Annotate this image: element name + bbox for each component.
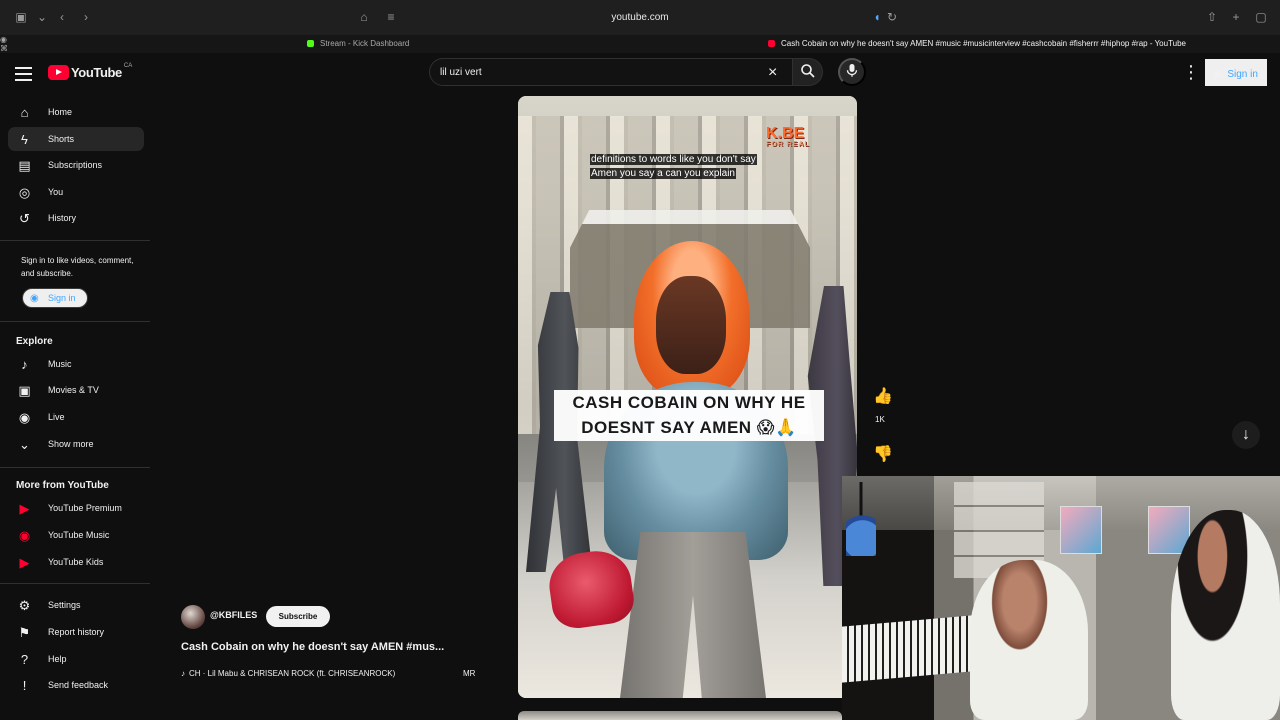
microphone-icon <box>846 64 858 77</box>
youtube-kids-icon: ▶ <box>19 555 30 570</box>
feedback-icon: ! <box>22 678 27 693</box>
sidebar-item-subscriptions[interactable]: ▤ Subscriptions <box>8 153 144 177</box>
guitar <box>846 482 876 556</box>
sidebar-item-history[interactable]: ↺ History <box>8 206 144 230</box>
streamer-woman <box>1171 510 1280 720</box>
search-button[interactable] <box>793 58 823 86</box>
like-icon[interactable]: 👍 <box>873 386 893 406</box>
youtube-music-icon: ◉ <box>18 528 31 543</box>
sidebar-item-youtube-music[interactable]: ◉ YouTube Music <box>8 523 144 547</box>
browser-toolbar: ▣ ⌄ ‹ › ⌂ ≡ youtube.com ◖ ↻ ⇧ + ▢ <box>0 0 1280 35</box>
chevron-down-icon: ⌄ <box>19 437 30 452</box>
streamer-man <box>970 560 1088 720</box>
subscribe-button[interactable]: Subscribe <box>266 606 330 627</box>
subscriptions-icon: ▤ <box>18 158 31 173</box>
flag-icon: ⚑ <box>18 625 31 640</box>
help-icon: ? <box>20 652 29 667</box>
sidebar-item-send-feedback[interactable]: ! Send feedback <box>8 673 144 697</box>
video-actions: 👍 1K 👎 <box>870 386 893 482</box>
shorts-icon: ϟ <box>21 132 28 147</box>
home-icon: ⌂ <box>20 105 29 120</box>
tab-kick-dashboard[interactable]: Stream - Kick Dashboard <box>307 35 409 53</box>
dislike-icon[interactable]: 👎 <box>873 444 893 464</box>
browser-tabs: ◉ Stream - Kick Dashboard Cash Cobain on… <box>0 35 1280 53</box>
short-metadata: @KBFILES Subscribe Cash Cobain on why he… <box>181 605 491 685</box>
sidebar-item-home[interactable]: ⌂ Home <box>8 100 144 124</box>
arrow-down-icon: ↓ <box>1242 426 1250 443</box>
sidebar-divider <box>0 321 150 322</box>
more-from-youtube-heading: More from YouTube <box>16 480 109 491</box>
sidebar-item-show-more[interactable]: ⌄ Show more <box>8 432 144 456</box>
movies-tv-icon: ▣ <box>18 383 31 398</box>
webcam-overlay <box>842 476 1280 720</box>
music-icon: ♪ <box>21 357 28 372</box>
youtube-premium-icon: ▶ <box>19 501 30 516</box>
sidebar-toggle-icon[interactable]: ▣ <box>13 9 29 25</box>
sidebar-divider <box>0 583 150 584</box>
gear-icon: ⚙ <box>18 598 31 613</box>
sidebar-item-music[interactable]: ♪ Music <box>8 352 144 376</box>
sidebar-item-live[interactable]: ◉ Live <box>8 405 144 429</box>
forward-icon[interactable]: › <box>78 9 94 25</box>
signin-prompt: Sign in to like videos, comment, and sub… <box>21 256 134 278</box>
header-signin-button[interactable]: ◉ Sign in <box>1205 59 1267 86</box>
menu-icon[interactable] <box>15 63 32 81</box>
search-icon <box>800 63 815 78</box>
sidebar-divider <box>0 240 150 241</box>
sidebar-item-movies-tv[interactable]: ▣ Movies & TV <box>8 378 144 402</box>
youtube-logo[interactable]: YouTube CA <box>48 63 132 81</box>
keyboard-instrument <box>842 615 972 683</box>
sidebar-signin-button[interactable]: Sign in <box>22 288 88 308</box>
avatar[interactable] <box>181 605 205 629</box>
tab-youtube-video[interactable]: Cash Cobain on why he doesn't say AMEN #… <box>768 35 1186 53</box>
next-video-button[interactable]: ↓ <box>1232 421 1260 449</box>
youtube-play-icon <box>48 64 69 80</box>
sidebar-item-youtube-kids[interactable]: ▶ YouTube Kids <box>8 550 144 574</box>
speaker-icon[interactable]: ◖ <box>869 9 885 25</box>
wall-poster <box>1060 506 1102 554</box>
live-icon: ◉ <box>18 410 31 425</box>
kick-icon <box>307 40 314 47</box>
next-short-preview[interactable] <box>518 711 842 720</box>
history-icon: ↺ <box>19 211 30 226</box>
video-caption: definitions to words like you don't say A… <box>590 154 757 179</box>
video-title[interactable]: Cash Cobain on why he doesn't say AMEN #… <box>181 641 491 653</box>
speaker-face <box>656 276 726 374</box>
back-icon[interactable]: ‹ <box>54 9 70 25</box>
sidebar-item-report-history[interactable]: ⚑ Report history <box>8 620 144 644</box>
search-box[interactable]: × <box>429 58 793 86</box>
sidebar-item-settings[interactable]: ⚙ Settings <box>8 593 144 617</box>
shorts-video-player[interactable]: K.BE FOR REAL definitions to words like y… <box>518 96 857 698</box>
music-attribution[interactable]: ♪ CH · Lil Mabu & CHRISEAN ROCK (ft. CHRI… <box>181 669 491 678</box>
address-bar[interactable]: youtube.com <box>380 8 900 27</box>
music-note-icon: ♪ <box>181 669 185 678</box>
youtube-header: YouTube CA × ⋮ ◉Sign in <box>0 53 1280 91</box>
reload-icon[interactable]: ↻ <box>884 9 900 25</box>
video-title-card: CASH COBAIN ON WHY HE DOESNT SAY AMEN 😱🙏 <box>554 390 824 441</box>
sidebar-item-you[interactable]: ◎ You <box>8 180 144 204</box>
search-input[interactable] <box>440 65 740 80</box>
you-icon: ◎ <box>18 185 31 200</box>
sidebar-item-help[interactable]: ? Help <box>8 647 144 671</box>
home-icon[interactable]: ⌂ <box>356 9 372 25</box>
sidebar: ⌂ Home ϟ Shorts ▤ Subscriptions ◎ You ↺ Histo… <box>0 91 150 720</box>
sidebar-item-shorts[interactable]: ϟ Shorts <box>8 127 144 151</box>
account-icon: ◉ <box>1211 66 1223 81</box>
channel-name[interactable]: @KBFILES <box>210 610 257 620</box>
like-count: 1K <box>875 415 885 424</box>
sidebar-item-youtube-premium[interactable]: ▶ YouTube Premium <box>8 496 144 520</box>
share-icon[interactable]: ⇧ <box>1204 9 1220 25</box>
voice-search-button[interactable] <box>838 58 866 86</box>
youtube-tab-icon <box>768 40 775 47</box>
tab-overview-icon[interactable]: ▢ <box>1253 9 1269 25</box>
close-icon[interactable]: × <box>768 65 777 81</box>
new-tab-icon[interactable]: + <box>1228 9 1244 25</box>
chevron-down-icon[interactable]: ⌄ <box>34 9 50 25</box>
sidebar-divider <box>0 467 150 468</box>
explore-heading: Explore <box>16 336 53 347</box>
more-vertical-icon[interactable]: ⋮ <box>1182 63 1200 81</box>
